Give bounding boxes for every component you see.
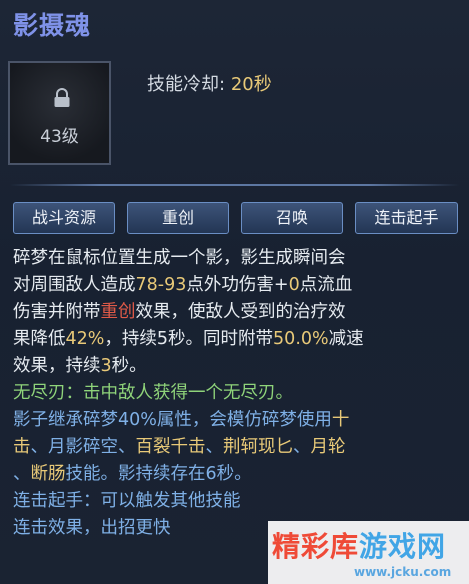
tag-summon[interactable]: 召唤: [241, 202, 343, 234]
combo-starter-line-1: 连击起手：可以触发其他技能: [13, 491, 241, 511]
site-watermark: 精彩库游戏网 www.jcku.com: [268, 521, 469, 584]
lock-icon: [54, 88, 70, 107]
endless-blade-effect: 无尽刃：击中敌人获得一个无尽刃。: [13, 383, 293, 403]
cooldown-label: 技能冷却:: [147, 74, 226, 95]
cooldown-value: 20秒: [230, 74, 272, 95]
cooldown-row: 技能冷却: 20秒: [147, 70, 272, 96]
shadow-inherit-line-3: 、断肠技能。影持续存在6秒。: [13, 464, 252, 484]
heavy-wound-keyword: 重创: [100, 302, 136, 322]
divider: [10, 184, 459, 186]
watermark-logo-text: 精彩库游戏网: [272, 530, 447, 563]
skill-unlock-level: 43级: [40, 127, 79, 147]
description-line-4: 果降低42%，持续5秒。同时附带50.0%减速: [13, 329, 364, 349]
skill-name: 影摄魂: [13, 11, 92, 40]
tag-heavy-wound[interactable]: 重创: [127, 202, 229, 234]
shadow-inherit-line-1: 影子继承碎梦40%属性，会模仿碎梦使用十: [13, 410, 350, 430]
description-line-1: 碎梦在鼠标位置生成一个影，影生成瞬间会: [13, 248, 346, 268]
skill-tooltip-panel: 影摄魂 43级 技能冷却: 20秒 战斗资源 重创 召唤 连击起手 碎梦在鼠标位…: [0, 0, 469, 584]
description-line-2: 对周围敌人造成78-93点外功伤害+0点流血: [13, 275, 353, 295]
watermark-url: www.jcku.com: [354, 565, 452, 579]
shadow-inherit-line-2: 击、月影碎空、百裂千击、荆轲现匕、月轮: [13, 437, 346, 457]
description-line-5: 效果，持续3秒。: [13, 356, 147, 376]
description-line-3: 伤害并附带重创效果，使敌人受到的治疗效: [13, 302, 346, 322]
tag-combat-resource[interactable]: 战斗资源: [13, 202, 115, 234]
tag-combo-starter[interactable]: 连击起手: [355, 202, 458, 234]
skill-icon[interactable]: 43级: [8, 61, 111, 165]
